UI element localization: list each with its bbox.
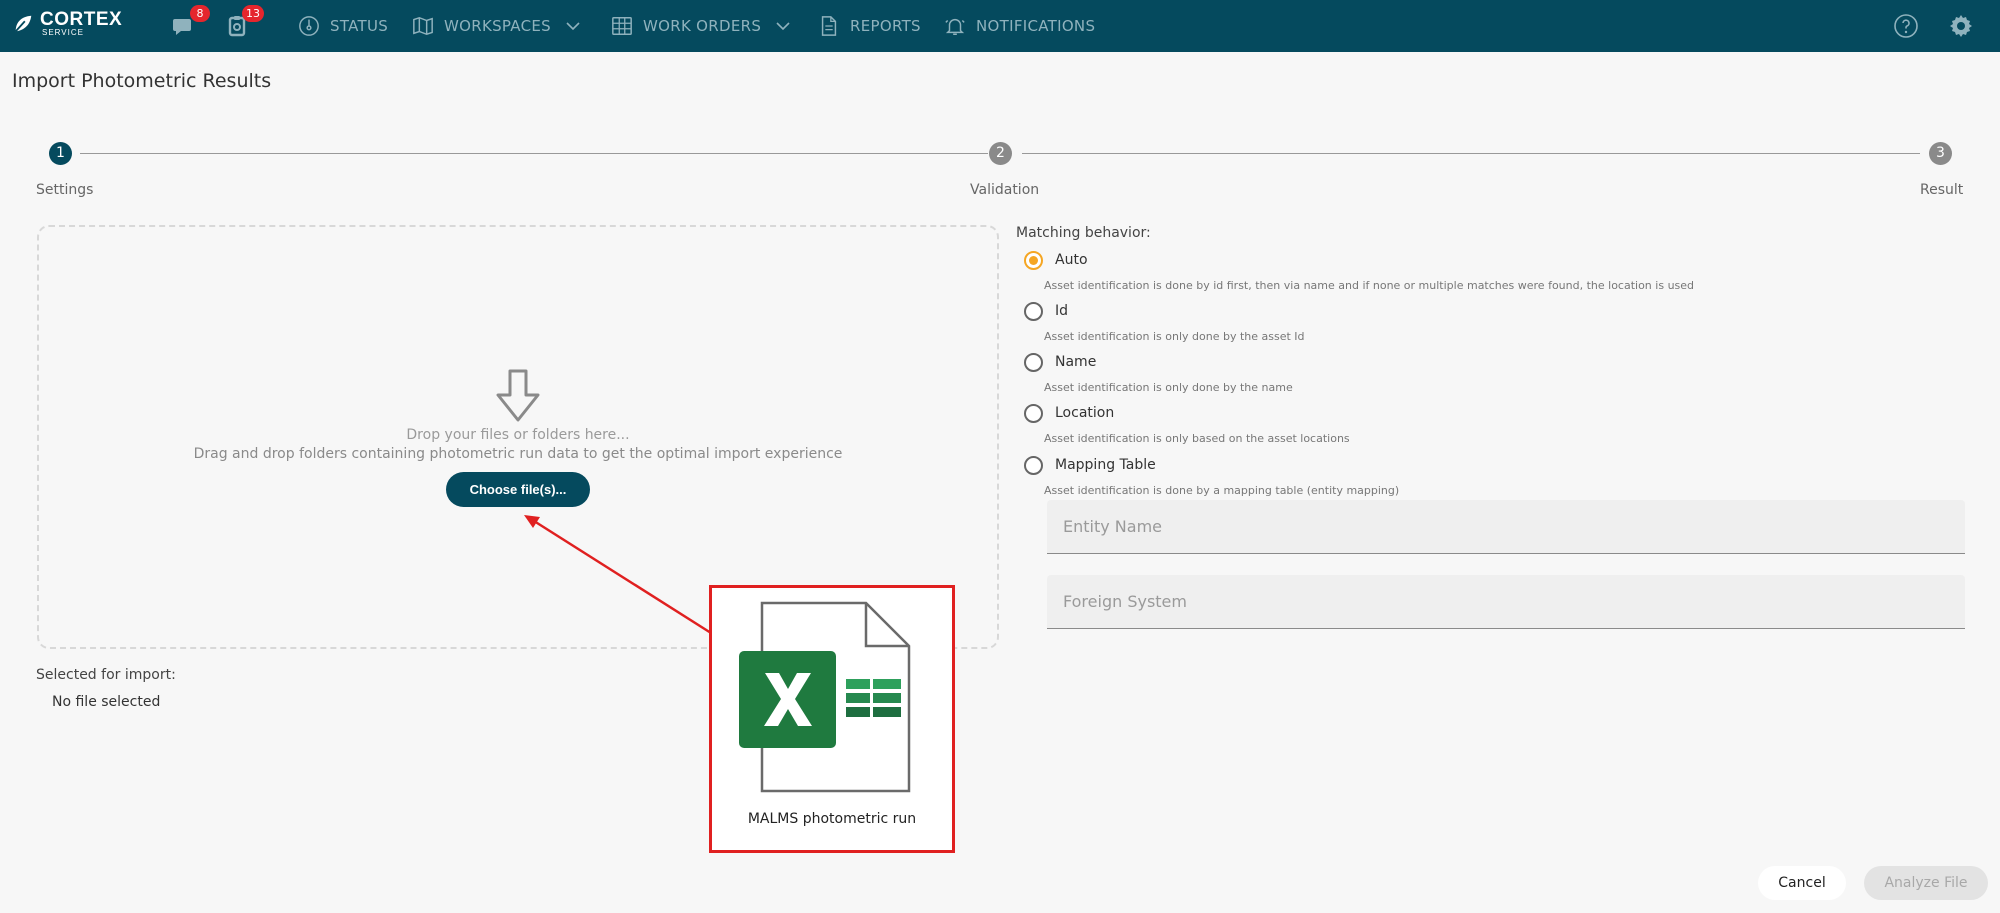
cortex-logo[interactable]: CORTEX SERVICE [12, 10, 122, 37]
radio-mapping-table-description: Asset identification is done by a mappin… [1044, 484, 1400, 497]
nav-status[interactable]: STATUS [298, 0, 388, 52]
radio-auto-description: Asset identification is done by id first… [1044, 279, 1695, 292]
radio-mapping-table[interactable] [1024, 456, 1043, 475]
step-3-label: Result [1920, 182, 1964, 198]
drop-hint: Drop your files or folders here... [406, 427, 630, 443]
download-arrow-icon [496, 369, 540, 422]
nav-workspaces-label: WORKSPACES [444, 17, 551, 35]
chevron-down-icon [566, 22, 580, 31]
radio-location-label[interactable]: Location [1055, 405, 1114, 421]
step-3-indicator: 3 [1929, 142, 1952, 165]
top-navigation-bar: CORTEX SERVICE 8 13 STATUS WORKSPACES WO… [0, 0, 2000, 52]
gauge-icon [299, 16, 319, 36]
step-2-indicator: 2 [989, 142, 1012, 165]
nav-reports[interactable]: REPORTS [818, 0, 921, 52]
chat-badge: 8 [190, 5, 210, 22]
logo-title: CORTEX [40, 9, 123, 30]
tasks-button[interactable]: 13 [226, 5, 264, 40]
document-icon [821, 16, 837, 36]
excel-file-icon [739, 601, 911, 793]
nav-notifications-label: NOTIFICATIONS [976, 17, 1096, 35]
bell-icon [945, 18, 965, 35]
selected-file-value: No file selected [52, 694, 161, 710]
choose-files-button[interactable]: Choose file(s)... [446, 472, 590, 507]
foreign-system-placeholder: Foreign System [1063, 592, 1187, 611]
gear-icon[interactable] [1948, 13, 1974, 39]
nav-reports-label: REPORTS [850, 17, 921, 35]
tasks-badge: 13 [242, 5, 264, 22]
radio-auto[interactable] [1024, 251, 1043, 270]
stepper-line [80, 153, 988, 154]
matching-behavior-title: Matching behavior: [1016, 225, 1151, 241]
cancel-button[interactable]: Cancel [1758, 866, 1846, 900]
radio-name-label[interactable]: Name [1055, 354, 1096, 370]
chat-button[interactable]: 8 [172, 5, 210, 40]
logo-subtitle: SERVICE [42, 28, 84, 37]
nav-work-orders-label: WORK ORDERS [643, 17, 762, 35]
radio-location[interactable] [1024, 404, 1043, 423]
chevron-down-icon [776, 22, 790, 31]
radio-mapping-table-label[interactable]: Mapping Table [1055, 457, 1156, 473]
stepper-line [1022, 153, 1920, 154]
radio-name[interactable] [1024, 353, 1043, 372]
entity-name-placeholder: Entity Name [1063, 517, 1162, 536]
drop-description: Drag and drop folders containing photome… [193, 446, 843, 462]
entity-name-field[interactable]: Entity Name [1047, 500, 1965, 554]
page-title: Import Photometric Results [12, 70, 272, 92]
file-caption: MALMS photometric run [747, 811, 917, 827]
help-icon[interactable] [1893, 13, 1919, 39]
nav-work-orders[interactable]: WORK ORDERS [611, 0, 791, 52]
file-callout: MALMS photometric run [709, 585, 955, 853]
foreign-system-field[interactable]: Foreign System [1047, 575, 1965, 629]
radio-id[interactable] [1024, 302, 1043, 321]
nav-workspaces[interactable]: WORKSPACES [412, 0, 581, 52]
step-2-label: Validation [970, 182, 1040, 198]
map-icon [413, 16, 433, 36]
nav-status-label: STATUS [330, 17, 389, 35]
selected-for-import-label: Selected for import: [36, 667, 176, 683]
analyze-file-button[interactable]: Analyze File [1864, 866, 1988, 900]
grid-icon [612, 17, 632, 35]
leaf-logo-icon [14, 15, 32, 32]
nav-notifications[interactable]: NOTIFICATIONS [944, 0, 1095, 52]
radio-location-description: Asset identification is only based on th… [1044, 432, 1350, 445]
radio-auto-label[interactable]: Auto [1055, 252, 1088, 268]
step-1-label: Settings [36, 182, 94, 198]
step-1-indicator: 1 [49, 142, 72, 165]
radio-id-label[interactable]: Id [1055, 303, 1068, 319]
radio-id-description: Asset identification is only done by the… [1044, 330, 1305, 343]
radio-name-description: Asset identification is only done by the… [1044, 381, 1293, 394]
